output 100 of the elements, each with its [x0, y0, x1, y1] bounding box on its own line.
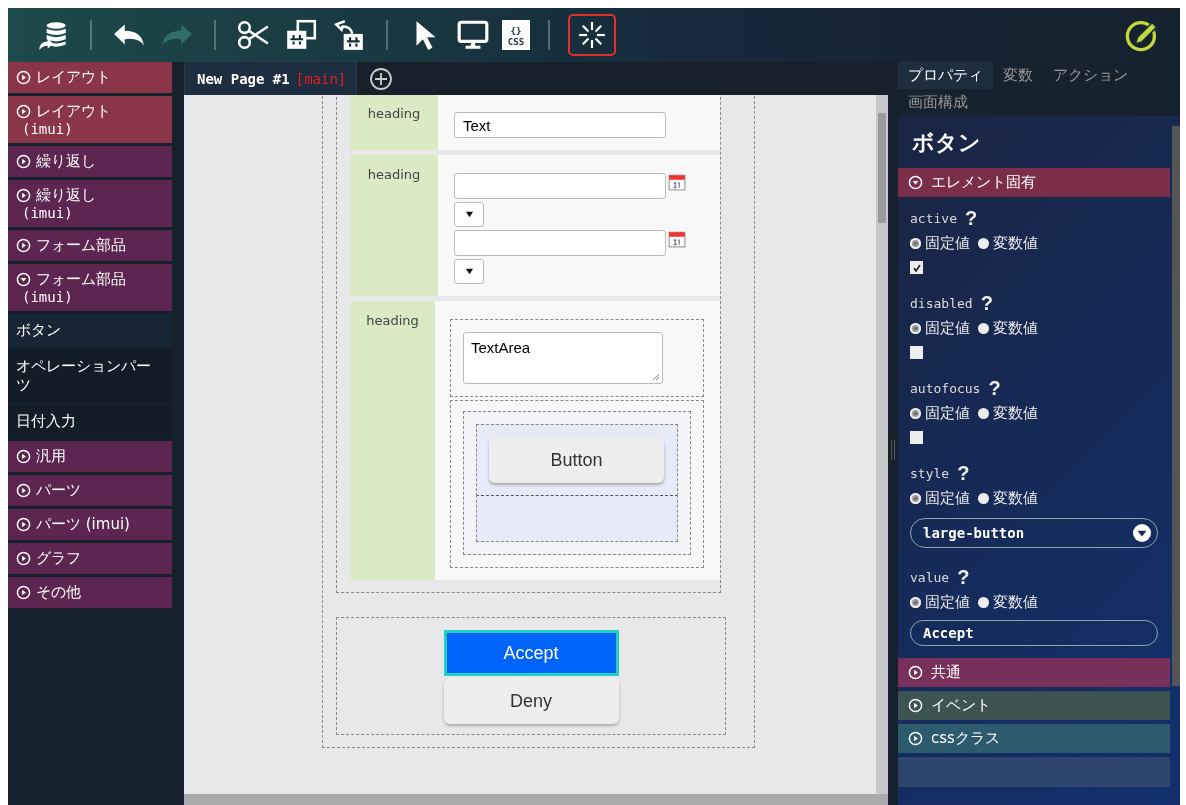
section-header[interactable]: 共通	[898, 658, 1170, 687]
collapsed-icon	[16, 517, 31, 532]
collapsed-icon	[908, 665, 923, 680]
panel-tab[interactable]: 画面構成	[898, 89, 978, 116]
css-icon[interactable]: {} CSS	[502, 20, 530, 50]
group-sublabel: (imui)	[21, 121, 74, 137]
collapsed-icon	[16, 104, 31, 119]
radio-option[interactable]: 固定値	[910, 593, 970, 612]
group-label: フォーム部品	[36, 270, 126, 289]
collapsed-icon	[16, 238, 31, 253]
help-icon[interactable]: ?	[957, 566, 970, 589]
property-name: value	[910, 570, 950, 585]
section-header[interactable]: イベント	[898, 691, 1170, 720]
help-icon[interactable]: ?	[964, 207, 978, 230]
help-icon[interactable]: ?	[988, 377, 1001, 400]
collapsed-icon	[16, 585, 31, 600]
page-tag: [main]	[295, 70, 347, 87]
sidebar-group[interactable]: 汎用	[8, 441, 172, 472]
section-title: エレメント固有	[931, 173, 1036, 192]
checkbox[interactable]	[910, 261, 923, 274]
date-input[interactable]	[454, 173, 666, 199]
radio-option[interactable]: 変数値	[978, 593, 1038, 612]
radio-option[interactable]: 変数値	[978, 404, 1038, 423]
group-label: 繰り返し	[36, 186, 96, 205]
calendar-icon[interactable]	[668, 230, 686, 248]
section-title: cssクラス	[931, 729, 1000, 748]
horizontal-scrollbar[interactable]	[184, 794, 888, 805]
section-title: 共通	[931, 663, 961, 682]
property-name: style	[910, 466, 950, 481]
sidebar-group[interactable]: フォーム部品	[8, 230, 172, 261]
sidebar-group[interactable]: グラフ	[8, 543, 172, 574]
sidebar-group[interactable]: フォーム部品 (imui)	[8, 264, 172, 311]
text-input[interactable]: Text	[454, 112, 666, 138]
sidebar-item[interactable]: オペレーションパーツ	[8, 350, 172, 402]
selected-button[interactable]: Accept	[443, 630, 619, 676]
collapsed-icon	[16, 551, 31, 566]
dropdown[interactable]	[454, 259, 484, 284]
sidebar-item[interactable]: ボタン	[8, 314, 172, 347]
help-icon[interactable]: ?	[980, 292, 993, 315]
radio-option[interactable]: 変数値	[978, 489, 1038, 508]
panel-tab[interactable]: 変数	[993, 62, 1043, 89]
page-title: New Page #1	[197, 70, 290, 87]
group-sublabel: (imui)	[21, 205, 74, 221]
sidebar-group[interactable]: 繰り返し (imui)	[8, 180, 172, 227]
date-input[interactable]	[454, 230, 666, 256]
resize-grip-icon[interactable]	[652, 373, 660, 381]
collapsed-icon	[16, 70, 31, 85]
section-title: イベント	[931, 696, 991, 715]
section-header[interactable]: エレメント固有	[898, 168, 1170, 197]
group-label: レイアウト	[36, 102, 111, 121]
group-label: 汎用	[36, 447, 66, 466]
sidebar-group[interactable]: レイアウト (imui)	[8, 96, 172, 143]
collapsed-icon	[908, 731, 923, 746]
radio-option[interactable]: 固定値	[910, 319, 970, 338]
sidebar-item[interactable]: 日付入力	[8, 405, 172, 438]
group-sublabel: (imui)	[21, 289, 74, 305]
collapsed-icon	[908, 698, 923, 713]
section-header[interactable]: cssクラス	[898, 724, 1170, 753]
scrollbar-thumb[interactable]	[878, 113, 886, 223]
text-area[interactable]: TextArea	[463, 332, 663, 384]
group-label: 繰り返し	[36, 152, 96, 171]
help-icon[interactable]: ?	[957, 462, 970, 485]
calendar-icon[interactable]	[668, 173, 686, 191]
panel-tab[interactable]: アクション	[1043, 62, 1138, 89]
page-tab[interactable]: New Page #1 [main]	[184, 61, 358, 96]
sidebar-group[interactable]: レイアウト	[8, 62, 172, 93]
group-label: パーツ (imui)	[36, 515, 130, 534]
panel-title: ボタン	[911, 129, 982, 157]
group-label: グラフ	[36, 549, 81, 568]
checkbox[interactable]	[910, 431, 923, 444]
radio-option[interactable]: 固定値	[910, 234, 970, 253]
radio-option[interactable]: 固定値	[910, 489, 970, 508]
radio-option[interactable]: 固定値	[910, 404, 970, 423]
radio-option[interactable]: 変数値	[978, 319, 1038, 338]
add-tab-icon[interactable]	[369, 66, 394, 91]
collapsed-icon	[16, 449, 31, 464]
value-input[interactable]: Accept	[910, 620, 1158, 646]
group-label: その他	[36, 583, 81, 602]
expanded-icon	[16, 272, 31, 287]
sidebar-group[interactable]: その他	[8, 577, 172, 608]
sidebar-group[interactable]: パーツ (imui)	[8, 509, 172, 540]
button[interactable]: Deny	[443, 678, 619, 724]
form-heading: heading	[350, 155, 438, 296]
caret-icon	[1133, 524, 1151, 542]
checkbox[interactable]	[910, 346, 923, 359]
property-name: disabled	[910, 296, 973, 311]
form-heading: heading	[350, 301, 435, 580]
sidebar-group[interactable]: パーツ	[8, 475, 172, 506]
collapsed-icon	[16, 188, 31, 203]
sidebar-group[interactable]: 繰り返し	[8, 146, 172, 177]
button[interactable]: Button	[489, 437, 664, 483]
dropdown[interactable]	[454, 202, 484, 227]
group-label: レイアウト	[36, 68, 111, 87]
panel-tab[interactable]: プロパティ	[898, 62, 993, 89]
spinner-icon[interactable]	[568, 14, 616, 56]
collapsed-icon	[16, 483, 31, 498]
radio-option[interactable]: 変数値	[978, 234, 1038, 253]
group-label: フォーム部品	[36, 236, 126, 255]
caret-icon	[464, 210, 474, 219]
form-heading: heading	[350, 95, 438, 150]
